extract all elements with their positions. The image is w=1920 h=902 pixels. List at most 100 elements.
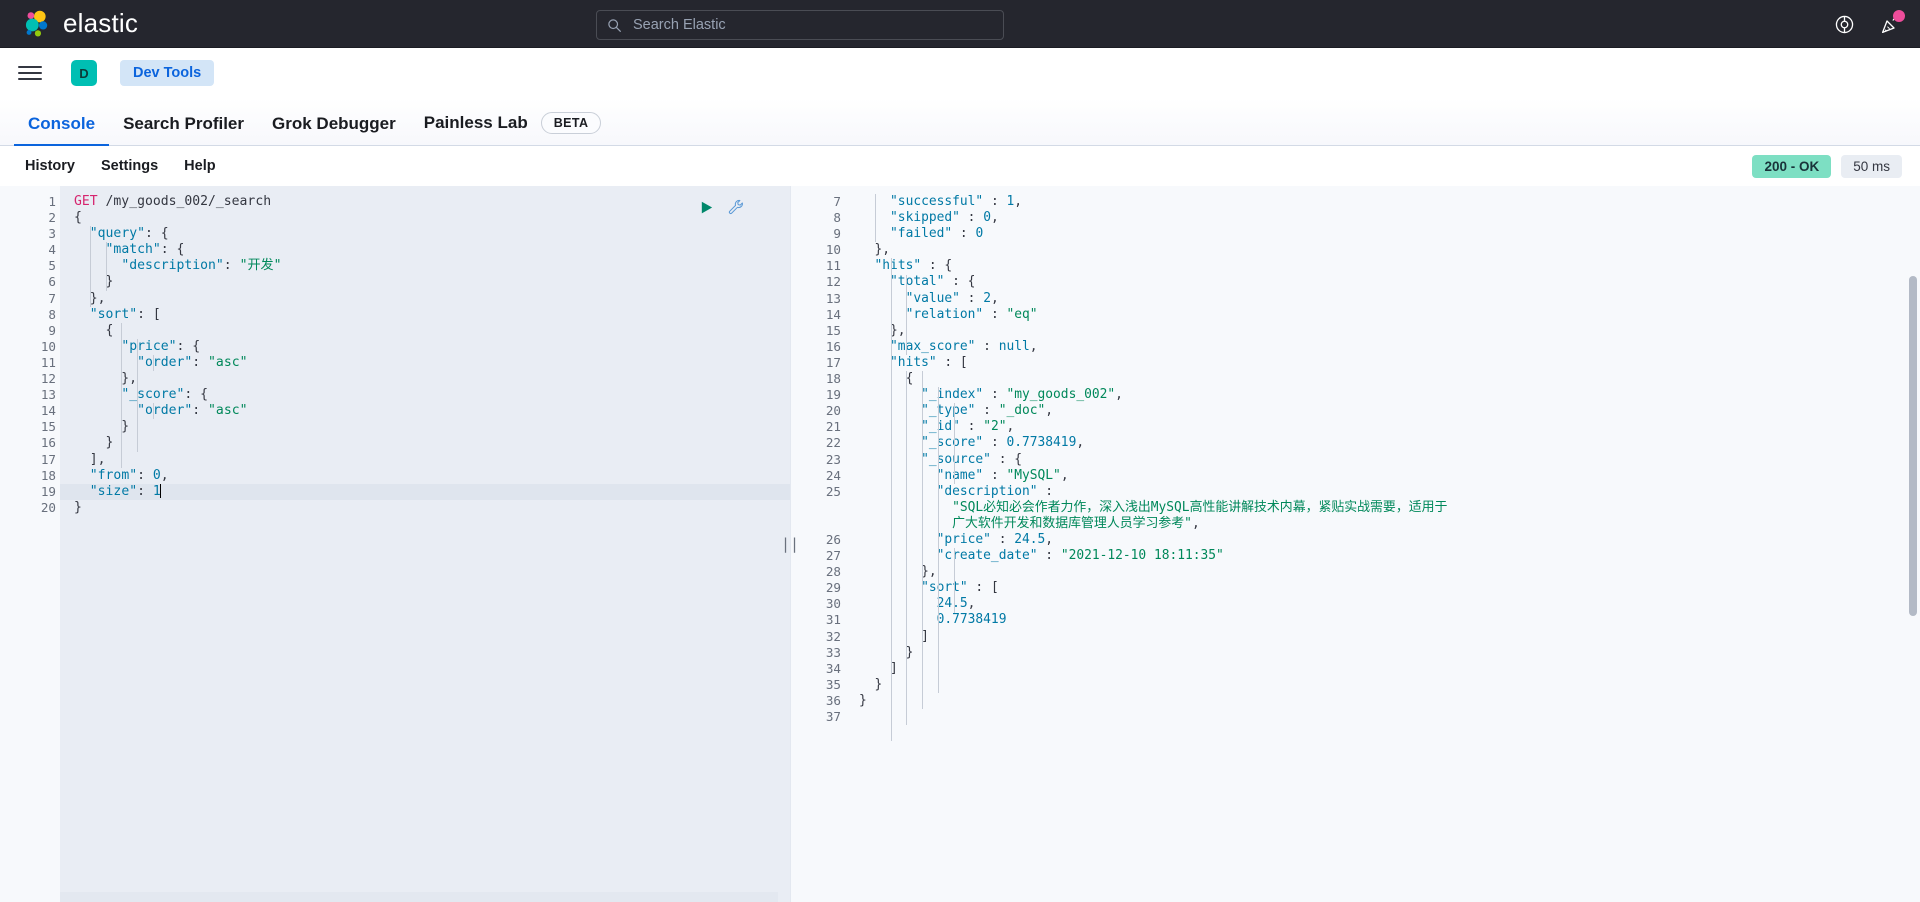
play-triangle-icon[interactable] (697, 198, 715, 216)
history-button[interactable]: History (12, 158, 88, 174)
response-vertical-scrollbar[interactable] (1909, 276, 1917, 616)
code-line[interactable]: }, (74, 291, 790, 307)
code-line[interactable]: "description": "开发" (74, 258, 790, 274)
breadcrumb-dev-tools[interactable]: Dev Tools (120, 60, 215, 86)
code-line[interactable]: "match": { (74, 242, 790, 258)
line-number: 5 (48, 258, 56, 274)
tab-grok-debugger[interactable]: Grok Debugger (258, 114, 410, 145)
elastic-brand[interactable]: elastic (22, 8, 138, 39)
code-line[interactable]: "hits" : [ (859, 355, 1920, 371)
code-token: "MySQL" (1006, 467, 1061, 483)
code-line[interactable]: "total" : { (859, 274, 1920, 290)
wrench-icon[interactable] (727, 198, 745, 216)
code-token: /my_goods_002/_search (97, 194, 272, 209)
code-line[interactable]: "_id" : "2", (859, 419, 1920, 435)
help-button-console[interactable]: Help (171, 158, 228, 174)
code-token: , (1191, 515, 1200, 531)
code-line[interactable]: "order": "asc" (74, 355, 790, 371)
code-line[interactable]: "SQL必知必会作者力作，深入浅出MySQL高性能讲解技术内幕，紧贴实战需要，适… (859, 500, 1920, 516)
code-line[interactable]: "max_score" : null, (859, 339, 1920, 355)
code-token: } (859, 644, 914, 660)
code-line[interactable]: "price": { (74, 339, 790, 355)
header-actions (1832, 0, 1905, 48)
response-code[interactable]: "successful" : 1, "skipped" : 0, "failed… (845, 186, 1920, 902)
code-line[interactable]: "relation" : "eq" (859, 307, 1920, 323)
request-code[interactable]: GET /my_goods_002/_search{ "query": { "m… (60, 186, 790, 902)
code-token: "2021-12-10 18:11:35" (1060, 548, 1224, 564)
request-horizontal-scrollbar[interactable] (60, 892, 778, 902)
code-line[interactable]: "value" : 2, (859, 291, 1920, 307)
code-line[interactable]: "hits" : { (859, 258, 1920, 274)
code-line[interactable]: ], (74, 452, 790, 468)
code-line[interactable]: "sort": [ (74, 307, 790, 323)
code-line[interactable]: 广大软件开发和数据库管理人员学习参考", (859, 516, 1920, 532)
request-editor-pane[interactable]: 12▾3▾4▾56▴7▴8▾9▾10▾1112▴13▾1415▴16▴17▴18… (0, 186, 790, 902)
code-line[interactable]: } (74, 274, 790, 290)
code-line[interactable]: "name" : "MySQL", (859, 468, 1920, 484)
code-line[interactable]: "price" : 24.5, (859, 532, 1920, 548)
code-line[interactable]: "_source" : { (859, 452, 1920, 468)
code-line[interactable]: "create_date" : "2021-12-10 18:11:35" (859, 548, 1920, 564)
code-line[interactable]: "query": { (74, 226, 790, 242)
code-token: "query" (89, 226, 145, 242)
line-number: 16 (825, 338, 841, 354)
code-token: : (959, 210, 984, 226)
code-token: "match" (105, 242, 161, 258)
line-number: 36▴ (790, 693, 856, 709)
global-search[interactable] (596, 10, 1004, 40)
code-line[interactable]: "sort" : [ (859, 580, 1920, 596)
tab-console[interactable]: Console (14, 114, 110, 146)
code-line[interactable]: }, (859, 564, 1920, 580)
code-line[interactable]: } (859, 645, 1920, 661)
hamburger-menu-icon[interactable] (16, 59, 44, 87)
code-line[interactable]: "successful" : 1, (859, 194, 1920, 210)
code-line[interactable]: } (859, 693, 1920, 709)
announcements-button[interactable] (1878, 10, 1905, 36)
code-line[interactable]: "_index" : "my_goods_002", (859, 387, 1920, 403)
code-line[interactable]: }, (859, 323, 1920, 339)
code-line[interactable]: }, (74, 371, 790, 387)
space-avatar[interactable]: D (71, 60, 97, 86)
code-line[interactable] (859, 709, 1920, 725)
line-number: 11▾ (790, 258, 856, 274)
code-line[interactable]: "failed" : 0 (859, 226, 1920, 242)
code-line[interactable]: { (74, 323, 790, 339)
tab-search-profiler[interactable]: Search Profiler (109, 114, 258, 145)
code-line[interactable]: } (74, 435, 790, 451)
code-line[interactable]: } (859, 677, 1920, 693)
response-editor-pane[interactable]: 78910▴11▾12▾131415▴1617▾18▾1920212223▾24… (790, 186, 1920, 902)
code-token: : [ (967, 580, 999, 596)
code-line[interactable]: "order": "asc" (74, 403, 790, 419)
code-line[interactable]: GET /my_goods_002/_search (74, 194, 790, 210)
pane-splitter[interactable]: || (781, 186, 799, 902)
code-token: GET (74, 194, 98, 209)
settings-button[interactable]: Settings (88, 158, 171, 174)
code-line[interactable]: "description" : (859, 484, 1920, 500)
code-line[interactable]: "skipped" : 0, (859, 210, 1920, 226)
code-line[interactable]: 0.7738419 (859, 612, 1920, 628)
code-line[interactable]: } (74, 419, 790, 435)
code-line[interactable]: 24.5, (859, 596, 1920, 612)
code-line[interactable]: { (74, 210, 790, 226)
code-line[interactable]: "_score" : 0.7738419, (859, 435, 1920, 451)
code-line[interactable]: } (74, 500, 790, 516)
code-line[interactable]: "_score": { (74, 387, 790, 403)
code-line[interactable]: "_type" : "_doc", (859, 403, 1920, 419)
code-line[interactable]: "size": 1 (60, 483, 790, 500)
code-token: : (137, 467, 153, 483)
code-token: "_doc" (998, 403, 1046, 419)
search-input[interactable] (631, 16, 1003, 34)
tab-painless-lab[interactable]: Painless Lab BETA (410, 112, 616, 145)
line-number: 14 (40, 403, 56, 419)
help-button[interactable] (1832, 12, 1856, 36)
code-line[interactable]: "from": 0, (74, 468, 790, 484)
code-line[interactable]: }, (859, 242, 1920, 258)
code-line[interactable]: ] (859, 661, 1920, 677)
line-number: 23▾ (790, 452, 856, 468)
code-line[interactable]: ] (859, 629, 1920, 645)
code-line[interactable]: { (859, 371, 1920, 387)
